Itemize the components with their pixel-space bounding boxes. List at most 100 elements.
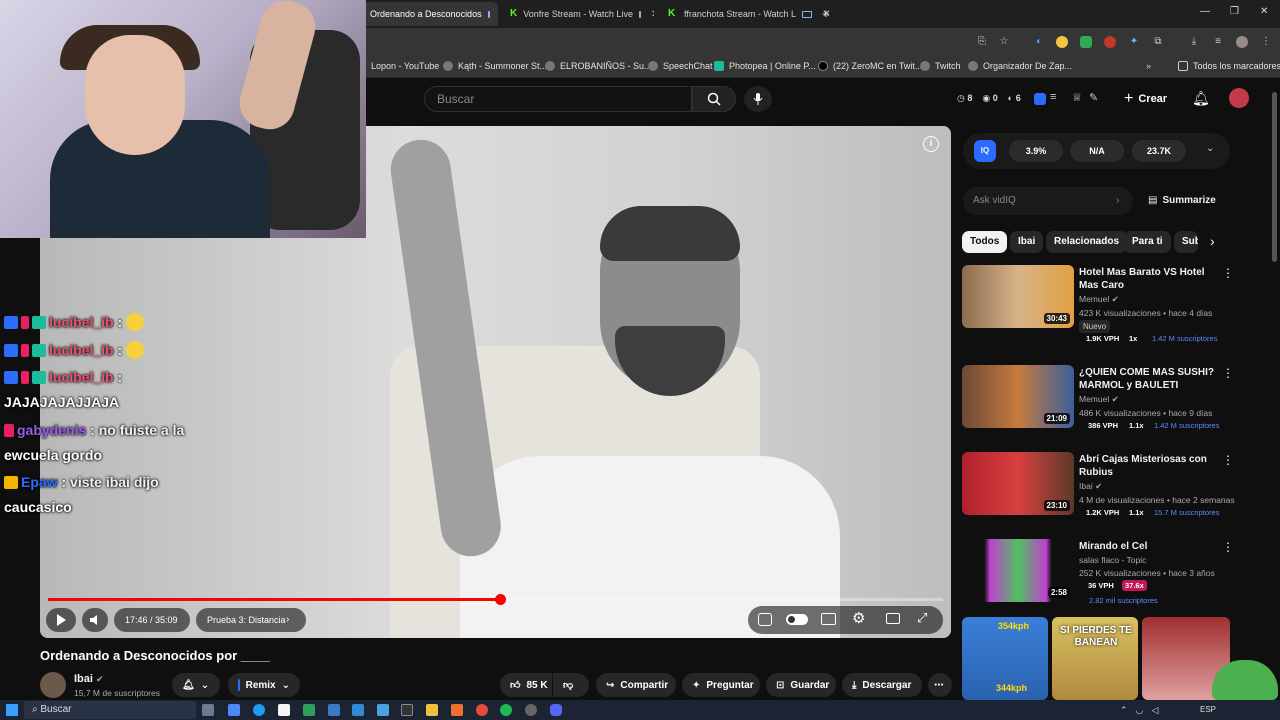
- scrubber-handle[interactable]: [494, 594, 506, 605]
- app-icon[interactable]: [401, 704, 413, 716]
- tab-vonfre[interactable]: K Vonfre Stream - Watch Live ✕: [502, 2, 654, 26]
- taskbar-search[interactable]: ⌕ Buscar: [24, 701, 196, 719]
- short-thumbnail[interactable]: 354kph 344kph: [962, 617, 1048, 700]
- more-button[interactable]: ⋯: [928, 673, 952, 697]
- windows-icon[interactable]: [6, 704, 18, 716]
- chip-para-ti[interactable]: Para ti: [1124, 231, 1171, 253]
- tab-ordenando[interactable]: Ordenando a Desconocidos ✕: [362, 2, 498, 26]
- video-thumbnail[interactable]: 2:58: [962, 539, 1074, 602]
- new-tab-button[interactable]: +: [822, 6, 830, 21]
- bookmark-item[interactable]: Kąth - Summoner St...: [443, 61, 547, 71]
- edge-icon[interactable]: [253, 704, 265, 716]
- extension-icon[interactable]: ◖: [1032, 36, 1044, 48]
- spotify-icon[interactable]: [500, 704, 512, 716]
- more-icon[interactable]: ⋮: [1222, 540, 1234, 554]
- dislike-button[interactable]: 👎︎: [553, 673, 589, 697]
- play-button[interactable]: [46, 608, 76, 632]
- menu-icon[interactable]: ⋮: [1260, 36, 1272, 48]
- save-button[interactable]: ⊡ Guardar: [766, 673, 836, 697]
- chapter-button[interactable]: Prueba 3: Distancia ›: [196, 608, 306, 632]
- download-icon[interactable]: ⤓: [1188, 36, 1200, 48]
- bookmark-item[interactable]: Organizador De Zap...: [968, 61, 1072, 71]
- recommended-title[interactable]: Mirando el Cel: [1079, 540, 1214, 553]
- ask-button[interactable]: ✦ Preguntar: [682, 673, 760, 697]
- all-bookmarks[interactable]: Todos los marcadores: [1178, 61, 1280, 71]
- close-icon[interactable]: ✕: [651, 9, 654, 20]
- idea-icon[interactable]: ✎: [1089, 91, 1098, 104]
- store-icon[interactable]: [278, 704, 290, 716]
- video-thumbnail[interactable]: 21:09: [962, 365, 1074, 428]
- ask-vidiq-input[interactable]: Ask vidIQ: [963, 187, 1133, 215]
- recommended-title[interactable]: Hotel Mas Barato VS Hotel Mas Caro: [1079, 266, 1214, 292]
- app-icon[interactable]: [328, 704, 340, 716]
- bookmark-item[interactable]: ELROBANIÑOS - Su...: [545, 61, 652, 71]
- language-indicator[interactable]: ESP: [1200, 705, 1216, 714]
- chip-todos[interactable]: Todos: [962, 231, 1008, 253]
- avatar[interactable]: [40, 672, 66, 698]
- vidiq-icon[interactable]: IQ: [974, 140, 996, 162]
- extension-icon[interactable]: ✦: [1128, 36, 1140, 48]
- minimize-icon[interactable]: —: [1200, 6, 1210, 17]
- star-icon[interactable]: ☆: [998, 36, 1010, 48]
- chevron-right-icon[interactable]: »: [1146, 61, 1151, 71]
- chevron-right-icon[interactable]: ›: [1116, 195, 1119, 206]
- scrollbar[interactable]: [1272, 92, 1277, 262]
- chip-sub[interactable]: Sub: [1174, 231, 1198, 253]
- remix-button[interactable]: Remix ⌄: [228, 673, 300, 697]
- recommended-channel[interactable]: Ibai ✔: [1079, 481, 1102, 492]
- bookmark-item[interactable]: Lopon - YouTube: [371, 61, 439, 71]
- chip-relacionados[interactable]: Relacionados: [1046, 231, 1128, 253]
- discord-icon[interactable]: [550, 704, 562, 716]
- recommended-title[interactable]: ¿QUIEN COME MAS SUSHI? MARMOL y BAULETI: [1079, 366, 1214, 392]
- app-icon[interactable]: [228, 704, 240, 716]
- app-icon[interactable]: [525, 704, 537, 716]
- notifications-button[interactable]: 🔔︎ ⌄: [172, 673, 220, 697]
- app-icon[interactable]: [352, 704, 364, 716]
- extension-icon[interactable]: [1104, 36, 1116, 48]
- chevron-down-icon[interactable]: ⌄: [1206, 143, 1214, 154]
- app-icon[interactable]: [377, 704, 389, 716]
- info-icon[interactable]: i: [923, 136, 939, 152]
- video-thumbnail[interactable]: 23:10: [962, 452, 1074, 515]
- recommended-channel[interactable]: salas flaco - Topic: [1079, 555, 1146, 565]
- trophy-icon[interactable]: ♕: [1072, 91, 1082, 104]
- summarize-button[interactable]: ▤ Summarize: [1148, 195, 1216, 206]
- video-thumbnail[interactable]: 30:43: [962, 265, 1074, 328]
- progress-bar[interactable]: [48, 594, 943, 605]
- tab-ffranchota[interactable]: K ffranchota Stream - Watch L ✕: [660, 2, 840, 26]
- profile-icon[interactable]: [1236, 36, 1248, 48]
- fullscreen-icon[interactable]: ⤢: [917, 610, 927, 626]
- close-window-icon[interactable]: ✕: [1260, 6, 1268, 17]
- miniplayer-icon[interactable]: [886, 613, 900, 624]
- search-input[interactable]: Buscar: [424, 86, 692, 112]
- autoplay-toggle[interactable]: [786, 614, 808, 625]
- system-tray[interactable]: ⌃ ◡ ◁: [1120, 705, 1158, 716]
- more-icon[interactable]: ⋮: [1222, 453, 1234, 467]
- chip-ibai[interactable]: Ibai: [1010, 231, 1044, 253]
- puzzle-icon[interactable]: ⧉: [1152, 36, 1164, 48]
- volume-button[interactable]: [82, 608, 108, 632]
- app-icon[interactable]: [303, 704, 315, 716]
- voice-search-button[interactable]: [744, 86, 772, 112]
- avatar[interactable]: [1229, 88, 1249, 108]
- recommended-channel[interactable]: Memuel ✔: [1079, 294, 1119, 305]
- bookmark-item[interactable]: Photopea | Online P...: [714, 61, 816, 71]
- chevron-right-icon[interactable]: ›: [1210, 233, 1215, 249]
- bell-icon[interactable]: 🔔︎: [1192, 90, 1210, 107]
- subtitles-icon[interactable]: [821, 613, 836, 625]
- more-icon[interactable]: ⋮: [1222, 366, 1234, 380]
- extension-icon[interactable]: [1056, 36, 1068, 48]
- vidiq-icon[interactable]: [1034, 93, 1046, 105]
- restore-icon[interactable]: ❐: [1230, 6, 1239, 17]
- recommended-title[interactable]: Abrí Cajas Misteriosas con Rubius: [1079, 453, 1214, 479]
- media-icon[interactable]: ≡: [1212, 36, 1224, 48]
- short-thumbnail[interactable]: SI PIERDES TE BANEAN: [1052, 617, 1138, 700]
- list-icon[interactable]: ≡: [1050, 91, 1056, 103]
- settings-icon[interactable]: ⚙: [852, 609, 865, 627]
- task-view-icon[interactable]: [202, 704, 214, 716]
- search-button[interactable]: [692, 86, 736, 112]
- download-button[interactable]: ⤓ Descargar: [842, 673, 922, 697]
- create-button[interactable]: + Crear: [1124, 88, 1184, 110]
- channel-name[interactable]: Ibai ✔: [74, 673, 104, 685]
- chrome-icon[interactable]: [476, 704, 488, 716]
